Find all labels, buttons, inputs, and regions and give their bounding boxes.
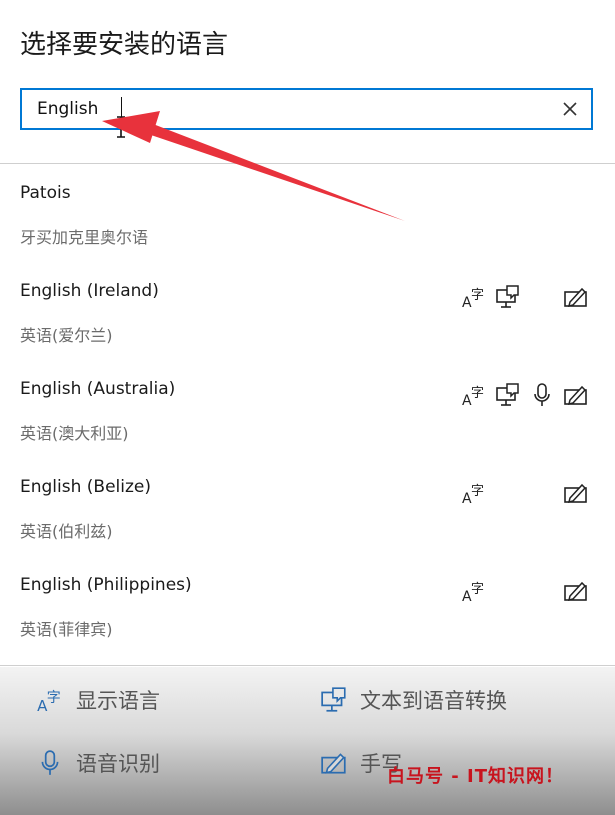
display-language-icon	[461, 480, 487, 506]
text-cursor-icon	[117, 116, 125, 138]
legend-label: 语音识别	[76, 752, 160, 776]
feature-legend: 显示语言 文本到语音转换 语音识别 手写	[0, 667, 615, 815]
search-box[interactable]	[20, 88, 593, 130]
language-name: English (Australia)	[20, 379, 176, 399]
display-language-icon	[36, 686, 64, 714]
language-name: English (Ireland)	[20, 281, 159, 301]
speech-recognition-icon	[36, 749, 64, 777]
language-name: Patois	[20, 183, 71, 203]
legend-speech-recognition: 语音识别	[36, 748, 160, 778]
list-item[interactable]: English (Ireland) 英语(爱尔兰)	[0, 264, 615, 362]
close-icon[interactable]	[559, 98, 581, 120]
display-language-icon	[461, 578, 487, 604]
search-input[interactable]	[22, 90, 552, 128]
language-native-name: 英语(菲律宾)	[20, 620, 113, 639]
language-native-name: 牙买加克里奥尔语	[20, 228, 149, 247]
handwriting-icon	[563, 480, 589, 506]
text-to-speech-icon	[320, 686, 348, 714]
legend-label: 文本到语音转换	[360, 689, 507, 713]
list-item[interactable]: Patois 牙买加克里奥尔语	[0, 166, 615, 264]
dialog-title: 选择要安装的语言	[20, 30, 229, 60]
speech-recognition-icon	[529, 382, 555, 408]
watermark-text: 白马号 - IT知识网！	[387, 766, 564, 787]
language-name: English (Belize)	[20, 477, 152, 497]
legend-label: 显示语言	[76, 689, 160, 713]
language-native-name: 英语(伯利兹)	[20, 522, 113, 541]
language-native-name: 英语(澳大利亚)	[20, 424, 129, 443]
top-divider	[0, 163, 615, 164]
language-native-name: 英语(爱尔兰)	[20, 326, 113, 345]
handwriting-icon	[563, 578, 589, 604]
legend-text-to-speech: 文本到语音转换	[320, 685, 507, 715]
language-name: English (Philippines)	[20, 575, 192, 595]
text-to-speech-icon	[495, 382, 521, 408]
handwriting-icon	[563, 284, 589, 310]
list-item[interactable]: English (Philippines) 英语(菲律宾)	[0, 558, 615, 656]
display-language-icon	[461, 284, 487, 310]
list-item[interactable]: English (Belize) 英语(伯利兹)	[0, 460, 615, 558]
legend-display-language: 显示语言	[36, 685, 160, 715]
bottom-divider	[0, 665, 615, 666]
text-to-speech-icon	[495, 284, 521, 310]
handwriting-icon	[563, 382, 589, 408]
display-language-icon	[461, 382, 487, 408]
list-item[interactable]: English (Australia) 英语(澳大利亚)	[0, 362, 615, 460]
handwriting-icon	[320, 749, 348, 777]
